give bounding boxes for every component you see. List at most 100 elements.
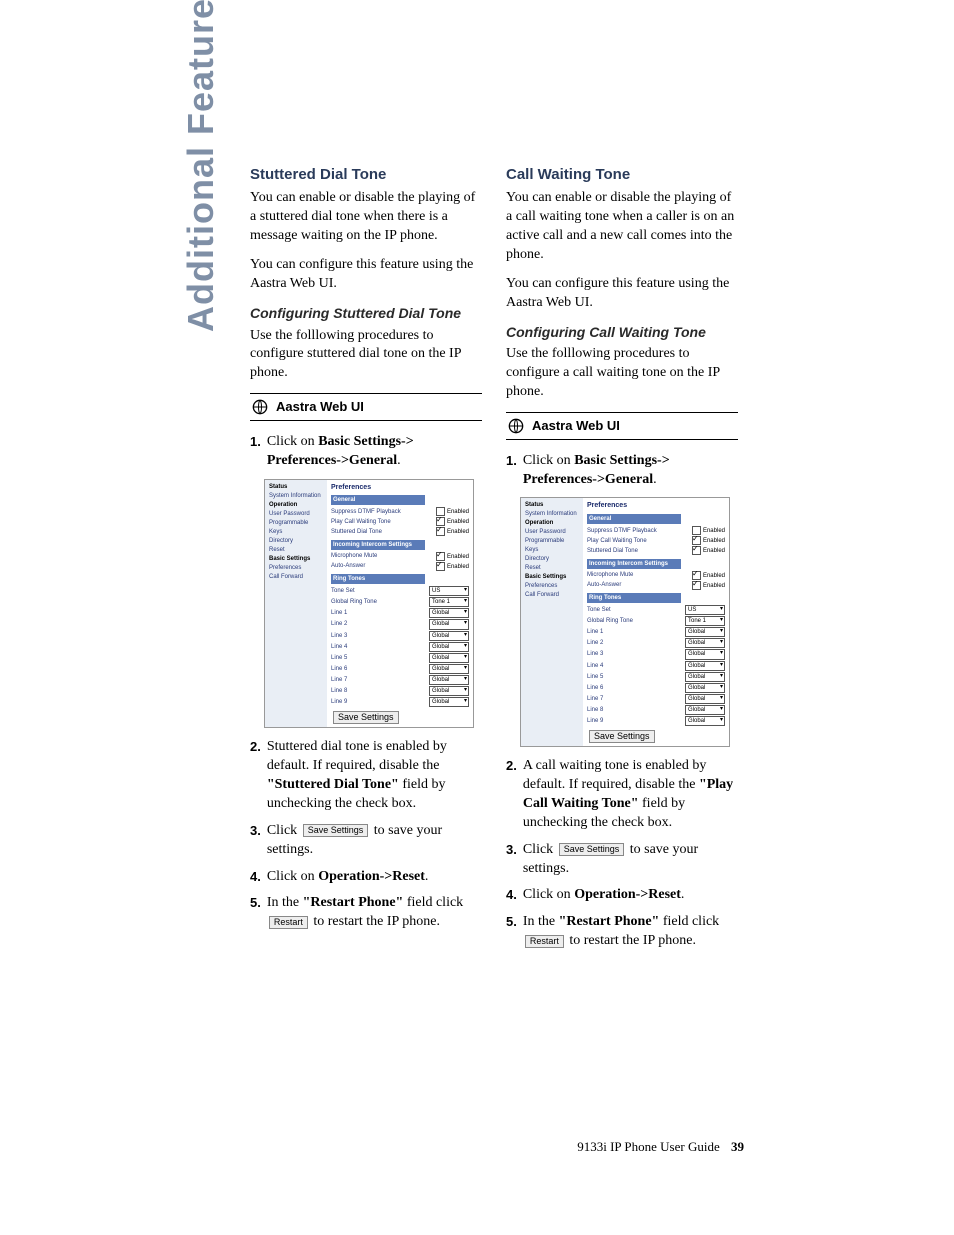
web-ui-bar-right: Aastra Web UI (506, 412, 738, 440)
t: to restart the IP phone. (310, 914, 440, 929)
select: Global (429, 697, 469, 707)
t: Operation->Reset (318, 869, 425, 884)
nav-item: Preferences (269, 564, 323, 573)
t: In the (523, 914, 559, 929)
t: Click on (523, 887, 574, 902)
restart-button: Restart (269, 916, 308, 929)
select: Tone 1 (685, 616, 725, 626)
nav-item: Directory (269, 537, 323, 546)
nav-item: User Password (525, 528, 579, 537)
row-label: Line 1 (587, 628, 603, 636)
row-label: Line 5 (331, 654, 347, 662)
shot-main: Preferences General Suppress DTMF Playba… (327, 480, 473, 728)
select: Global (429, 631, 469, 641)
row-label: Play Call Waiting Tone (587, 537, 647, 545)
select: Tone 1 (429, 597, 469, 607)
step-text: In the "Restart Phone" field click Resta… (267, 894, 482, 932)
t: Enabled (703, 528, 725, 534)
step-text: In the "Restart Phone" field click Resta… (523, 913, 738, 951)
select: Global (429, 653, 469, 663)
select: Global (685, 694, 725, 704)
shot-section: Ring Tones (331, 574, 425, 584)
row-label: Line 5 (587, 673, 603, 681)
right-p3: Use the folllowing procedures to configu… (506, 345, 738, 402)
row-label: Line 9 (331, 698, 347, 706)
step-number: 5. (506, 913, 517, 951)
t: . (681, 887, 685, 902)
t: Operation->Reset (574, 887, 681, 902)
select: Global (685, 672, 725, 682)
save-settings-button: Save Settings (559, 843, 625, 856)
nav-item: Call Forward (269, 573, 323, 582)
web-ui-bar-left: Aastra Web UI (250, 393, 482, 421)
step-text: A call waiting tone is enabled by defaul… (523, 757, 738, 833)
t: Enabled (703, 548, 725, 554)
page-footer: 9133i IP Phone User Guide 39 (577, 1139, 744, 1155)
t: A call waiting tone is enabled by defaul… (523, 758, 707, 792)
row-label: Stuttered Dial Tone (587, 547, 638, 555)
row-label: Line 8 (331, 687, 347, 695)
nav-item: Basic Settings (269, 555, 323, 564)
steps-left: 1. Click on Basic Settings-> Preferences… (250, 433, 482, 471)
shot-title: Preferences (587, 501, 725, 510)
nav-item: Reset (269, 546, 323, 555)
nav-item: System Information (525, 510, 579, 519)
right-column: Call Waiting Tone You can enable or disa… (506, 165, 738, 959)
t: Enabled (447, 509, 469, 515)
row-label: Line 7 (587, 695, 603, 703)
nav-item: Status (525, 501, 579, 510)
step-number: 4. (506, 886, 517, 905)
step-number: 2. (250, 738, 261, 814)
row-label: Global Ring Tone (587, 617, 633, 625)
t: Click (523, 842, 557, 857)
t: Enabled (447, 564, 469, 570)
t: Enabled (447, 519, 469, 525)
t: . (397, 453, 401, 468)
left-p2: You can configure this feature using the… (250, 256, 482, 294)
heading-stuttered: Stuttered Dial Tone (250, 165, 482, 185)
select: Global (429, 619, 469, 629)
row-label: Line 2 (331, 620, 347, 628)
select: Global (685, 638, 725, 648)
row-label: Line 6 (587, 684, 603, 692)
t: . (653, 472, 657, 487)
nav-item: System Information (269, 492, 323, 501)
t: Click on (523, 453, 574, 468)
t: Enabled (703, 573, 725, 579)
t: Enabled (447, 554, 469, 560)
row-label: Line 2 (587, 639, 603, 647)
step-number: 1. (250, 433, 261, 471)
nav-item: Preferences (525, 582, 579, 591)
shot-section: General (331, 495, 425, 505)
t: Enabled (447, 530, 469, 536)
shot-section: Ring Tones (587, 593, 681, 603)
save-settings-button: Save Settings (333, 711, 399, 724)
nav-item: User Password (269, 510, 323, 519)
shot-nav: Status System Information Operation User… (521, 498, 583, 746)
t: Enabled (703, 583, 725, 589)
t: "Stuttered Dial Tone" (267, 777, 399, 792)
save-settings-button: Save Settings (589, 730, 655, 743)
shot-section: Incoming Intercom Settings (587, 559, 681, 569)
left-p1: You can enable or disable the playing of… (250, 189, 482, 246)
select: Global (429, 686, 469, 696)
checkbox (436, 562, 445, 571)
step-number: 2. (506, 757, 517, 833)
checkbox (692, 581, 701, 590)
restart-button: Restart (525, 935, 564, 948)
nav-item: Directory (525, 555, 579, 564)
t: "Restart Phone" (559, 914, 660, 929)
select: Global (685, 716, 725, 726)
t: Click on (267, 869, 318, 884)
select: Global (685, 627, 725, 637)
select: Global (429, 642, 469, 652)
subheading-config-stuttered: Configuring Stuttered Dial Tone (250, 304, 482, 323)
checkbox (436, 527, 445, 536)
step-text: Click Save Settings to save your setting… (523, 841, 738, 879)
select: Global (685, 661, 725, 671)
web-ui-label: Aastra Web UI (532, 417, 620, 435)
t: "Restart Phone" (303, 895, 404, 910)
nav-item: Basic Settings (525, 573, 579, 582)
nav-item: Status (269, 483, 323, 492)
row-label: Line 1 (331, 609, 347, 617)
